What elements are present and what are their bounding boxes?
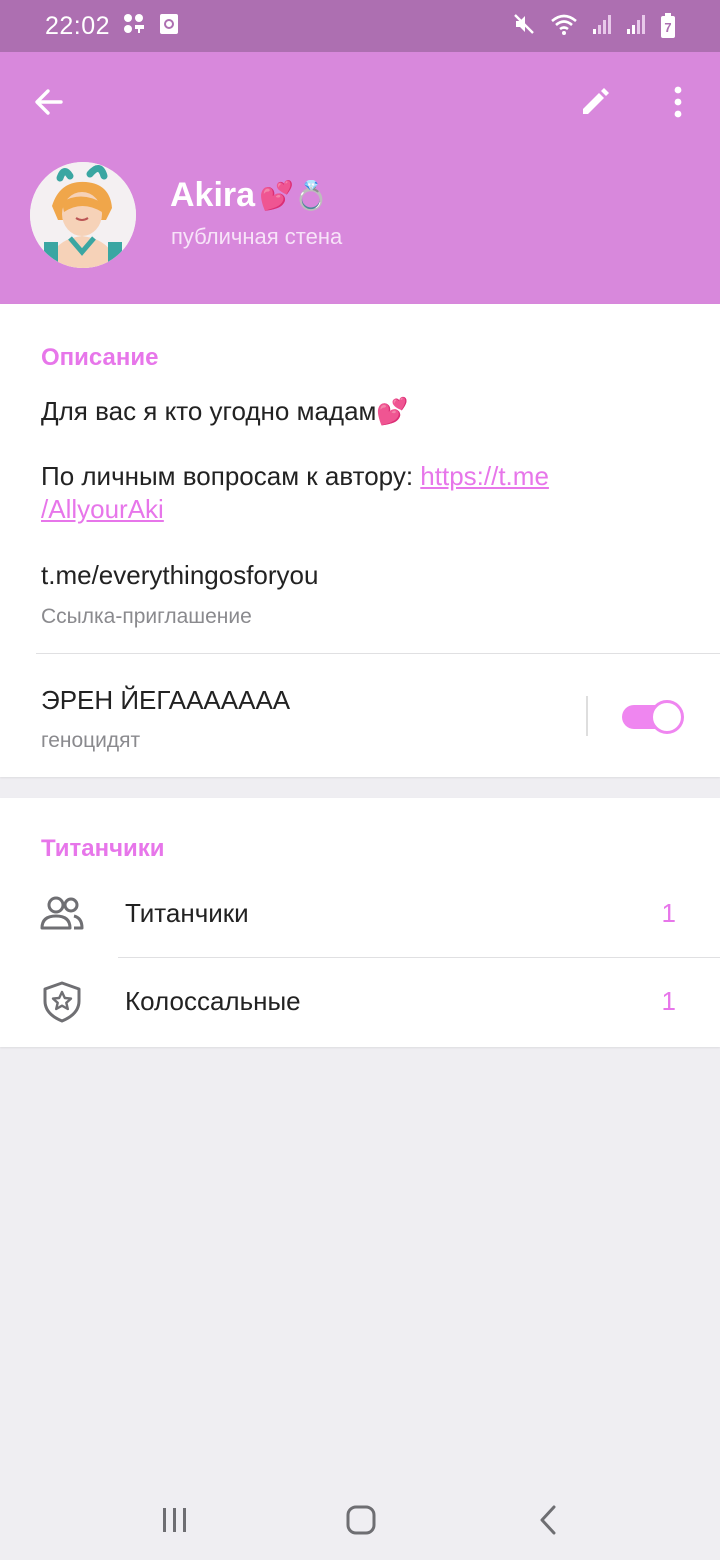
toggle-title: ЭРЕН ЙЕГААААААА xyxy=(41,685,291,715)
toggle-switch[interactable] xyxy=(622,700,684,734)
list-item-admins[interactable]: Колоссальные 1 xyxy=(0,958,720,1046)
mute-icon xyxy=(512,12,536,41)
back-nav-button[interactable] xyxy=(519,1498,579,1542)
recent-apps-button[interactable] xyxy=(145,1498,205,1542)
arrow-left-icon xyxy=(35,89,63,115)
battery-level: 7 xyxy=(664,20,672,35)
list-item-members[interactable]: Титанчики 1 xyxy=(0,870,720,958)
description-contact-prefix: По личным вопросам к автору: xyxy=(41,461,421,491)
recent-apps-icon xyxy=(163,1508,186,1532)
wifi-icon xyxy=(550,12,578,41)
system-nav-bar xyxy=(0,1480,720,1560)
home-icon xyxy=(346,1505,376,1535)
description-contact: По личным вопросам к автору: https://t.m… xyxy=(41,460,681,526)
users-icon xyxy=(40,896,84,930)
home-button[interactable] xyxy=(331,1498,391,1542)
profile-name-text: Akira xyxy=(170,176,256,214)
invite-link-label: Ссылка-приглашение xyxy=(41,605,252,628)
author-link[interactable]: https://t.me xyxy=(420,461,549,491)
screenshot-icon xyxy=(158,12,180,41)
description-section-title: Описание xyxy=(41,344,159,371)
shield-star-icon xyxy=(43,981,81,1023)
toggle-knob xyxy=(650,700,684,734)
members-section-title: Титанчики xyxy=(41,835,165,862)
avatar[interactable] xyxy=(30,162,136,268)
list-item-count: 1 xyxy=(661,986,676,1016)
list-item-count: 1 xyxy=(661,898,676,928)
status-left: 22:02 xyxy=(45,12,180,41)
list-item-label: Титанчики xyxy=(125,898,249,928)
edit-button[interactable] xyxy=(567,74,623,130)
back-chevron-icon xyxy=(540,1505,556,1535)
info-card: Описание Для вас я кто угодно мадам💕 По … xyxy=(0,304,720,777)
status-bar: 22:02 7 xyxy=(0,0,720,52)
back-button[interactable] xyxy=(21,74,77,130)
invite-link[interactable]: t.me/everythingosforyou xyxy=(41,559,318,592)
toggle-row[interactable]: ЭРЕН ЙЕГААААААА геноцидят xyxy=(0,654,720,774)
pencil-icon xyxy=(583,88,609,114)
toggle-subtitle: геноцидят xyxy=(41,729,141,752)
list-item-label: Колоссальные xyxy=(125,986,301,1016)
author-link-continued[interactable]: /AllyourAki xyxy=(41,494,164,524)
signal-icon xyxy=(626,13,646,40)
profile-name-emoji: 💕💍 xyxy=(259,180,329,211)
more-vertical-icon xyxy=(674,86,682,118)
status-time: 22:02 xyxy=(45,11,111,40)
more-options-button[interactable] xyxy=(650,74,706,130)
members-card: Титанчики Титанчики 1 Колоссальные 1 xyxy=(0,798,720,1047)
profile-subtitle: публичная стена xyxy=(171,224,343,249)
description-text: Для вас я кто угодно мадам💕 xyxy=(41,396,409,426)
status-right: 7 xyxy=(512,12,676,41)
profile-name: Akira 💕💍 xyxy=(170,176,329,215)
battery-charging-icon: 7 xyxy=(660,13,676,39)
profile-header: Akira 💕💍 публичная стена xyxy=(0,52,720,304)
notification-dots-icon xyxy=(122,12,146,41)
signal-icon xyxy=(592,13,612,40)
vertical-separator xyxy=(586,696,588,736)
